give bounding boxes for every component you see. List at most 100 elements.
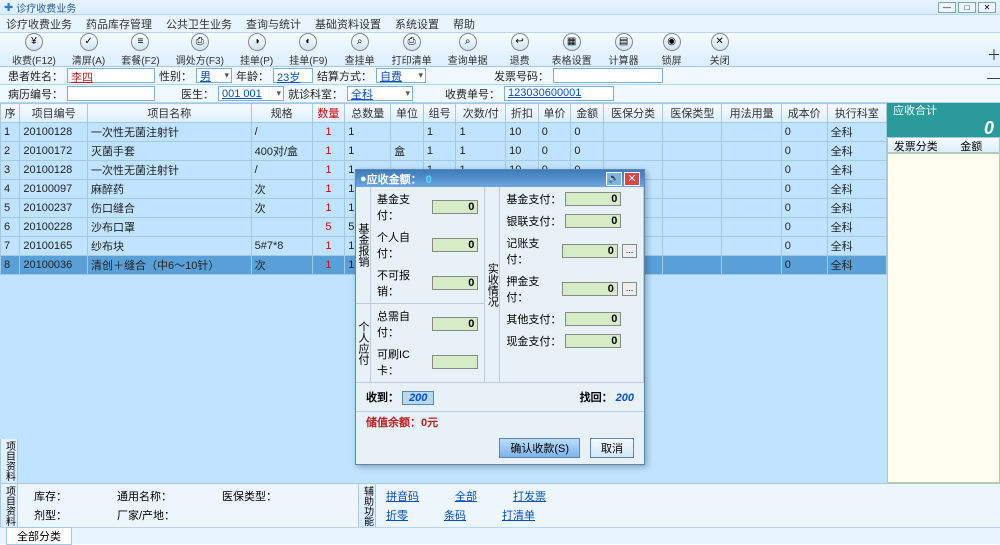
toolbar-icon: ⎙ [403, 33, 421, 51]
aux-link-2[interactable]: 打发票 [513, 491, 546, 503]
col-13[interactable]: 医保类型 [663, 104, 722, 123]
age-input[interactable]: 23岁 [273, 68, 313, 83]
menu-item-5[interactable]: 系统设置 [395, 16, 439, 32]
col-8[interactable]: 次数/付 [456, 104, 506, 123]
aux-link-0[interactable]: 拼音码 [386, 491, 419, 503]
toolbar-btn-8[interactable]: ⌕查询单据 [442, 31, 494, 69]
menu-item-2[interactable]: 公共卫生业务 [166, 16, 232, 32]
aux-link-3[interactable]: 折零 [386, 510, 408, 522]
aux-link-5[interactable]: 打清单 [502, 510, 535, 522]
toolbar-icon: ≡ [131, 33, 149, 51]
col-2[interactable]: 项目名称 [87, 104, 251, 123]
minimize-button[interactable]: — [938, 2, 956, 13]
toolbar-btn-0[interactable]: ¥收费(F12) [6, 31, 62, 69]
col-15[interactable]: 成本价 [781, 104, 827, 123]
status-tab[interactable]: 全部分类 [6, 527, 72, 545]
toolbar-btn-4[interactable]: ◑挂单(P) [234, 31, 279, 69]
col-4[interactable]: 数量 [312, 104, 345, 123]
statusbar: 全部分类 [0, 527, 1000, 544]
category-list[interactable] [887, 153, 1000, 483]
plus-button[interactable]: ＋ [986, 48, 1000, 64]
toolbar-btn-10[interactable]: ▦表格设置 [546, 31, 598, 69]
close-button[interactable]: ✕ [978, 2, 996, 13]
toolbar-btn-1[interactable]: ✓清屏(A) [66, 31, 111, 69]
sound-icon[interactable]: 🔈 [606, 172, 622, 186]
recv-input[interactable]: 200 [402, 391, 434, 405]
col-3[interactable]: 规格 [251, 104, 312, 123]
col-1[interactable]: 项目编号 [20, 104, 88, 123]
dialog-close-button[interactable]: ✕ [624, 172, 640, 186]
pay-input[interactable] [562, 244, 618, 258]
pay-input[interactable] [565, 334, 621, 348]
col-14[interactable]: 用法用量 [722, 104, 781, 123]
feeno-input[interactable]: 123030600001 [504, 86, 614, 101]
menu-item-1[interactable]: 药品库存管理 [86, 16, 152, 32]
dept-dropdown[interactable]: 全科 [347, 86, 413, 101]
menu-item-6[interactable]: 帮助 [453, 16, 475, 32]
col-16[interactable]: 执行科室 [827, 104, 886, 123]
patient-name-input[interactable]: 李四 [67, 68, 155, 83]
pay-label: 现金支付： [506, 333, 561, 349]
dialog-titlebar[interactable]: ● 应收金额：0 🔈 ✕ [356, 170, 644, 187]
toolbar-label: 关闭 [710, 52, 730, 67]
toolbar-btn-6[interactable]: ⌕查挂单 [338, 31, 382, 69]
minus-button[interactable]: — [986, 70, 1000, 86]
cell: 纱布块 [87, 237, 251, 256]
menu-item-0[interactable]: 诊疗收费业务 [6, 16, 72, 32]
cell: 20100036 [20, 256, 88, 275]
sex-dropdown[interactable]: 男 [196, 68, 232, 83]
pay-input[interactable] [432, 276, 478, 290]
ellipsis-button[interactable]: ... [622, 244, 637, 258]
col-7[interactable]: 组号 [423, 104, 456, 123]
window-title: 诊疗收费业务 [16, 0, 76, 15]
toolbar-btn-13[interactable]: ✕关闭 [698, 31, 742, 69]
pay-input[interactable] [432, 238, 478, 252]
col-12[interactable]: 医保分类 [604, 104, 663, 123]
menu-item-3[interactable]: 查询与统计 [246, 16, 301, 32]
toolbar-btn-12[interactable]: ◉锁屏 [650, 31, 694, 69]
menu-item-4[interactable]: 基础资料设置 [315, 16, 381, 32]
toolbar-btn-3[interactable]: ⎙调处方(F3) [170, 31, 230, 69]
toolbar-icon: ▤ [615, 33, 633, 51]
table-row[interactable]: 120100128一次性无菌注射针/111110000全科 [1, 123, 887, 142]
doc-dropdown[interactable]: 001 001 [218, 86, 284, 101]
record-input[interactable] [67, 86, 155, 101]
toolbar-icon: ⌕ [351, 33, 369, 51]
toolbar-btn-9[interactable]: ↩退费 [498, 31, 542, 69]
aux-link-4[interactable]: 条码 [444, 510, 466, 522]
table-row[interactable]: 220100172灭菌手套400对/盒11盒1110000全科 [1, 142, 887, 161]
cell: 1 [423, 142, 456, 161]
col-9[interactable]: 折扣 [506, 104, 539, 123]
cell: 1 [312, 161, 345, 180]
toolbar-btn-7[interactable]: ⎙打印清单 [386, 31, 438, 69]
pay-input[interactable] [432, 355, 478, 369]
settle-dropdown[interactable]: 自费 [376, 68, 426, 83]
cancel-button[interactable]: 取消 [590, 438, 634, 458]
toolbar-btn-5[interactable]: ◐挂单(F9) [283, 31, 333, 69]
pay-input[interactable] [565, 192, 621, 206]
pay-input[interactable] [565, 312, 621, 326]
col-5[interactable]: 总数量 [345, 104, 391, 123]
invoice-input[interactable] [553, 68, 663, 83]
cell: 1 [312, 180, 345, 199]
toolbar-btn-2[interactable]: ≡套餐(F2) [115, 31, 165, 69]
maximize-button[interactable]: □ [958, 2, 976, 13]
ellipsis-button[interactable]: ... [622, 282, 637, 296]
col-10[interactable]: 单价 [538, 104, 571, 123]
cell: / [251, 123, 312, 142]
pay-input[interactable] [562, 282, 618, 296]
col-6[interactable]: 单位 [391, 104, 424, 123]
pay-input[interactable] [432, 317, 478, 331]
pay-label: 个人自付： [377, 229, 428, 261]
aux-link-1[interactable]: 全部 [455, 491, 477, 503]
col-11[interactable]: 金额 [571, 104, 604, 123]
confirm-button[interactable]: 确认收款(S) [499, 438, 580, 458]
pay-input[interactable] [565, 214, 621, 228]
col-0[interactable]: 序 [1, 104, 20, 123]
pay-input[interactable] [432, 200, 478, 214]
toolbar-label: 收费(F12) [12, 52, 56, 67]
toolbar-btn-11[interactable]: ▤计算器 [602, 31, 646, 69]
age-label: 年龄： [236, 68, 269, 84]
cell: 清创＋缝合（中6～10针） [87, 256, 251, 275]
right-pane: 应收合计 0 发票分类 金额 [887, 103, 1000, 483]
